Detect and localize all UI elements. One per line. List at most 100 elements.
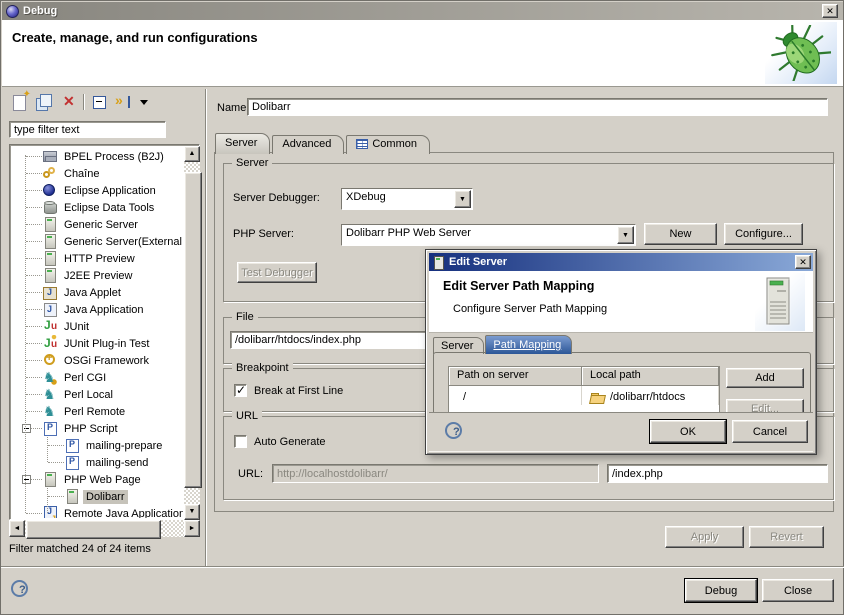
table-icon (356, 139, 368, 149)
server-debugger-select[interactable]: XDebug ▼ (341, 188, 473, 210)
tree-item-bpel-process-b2j[interactable]: BPEL Process (B2J) (11, 148, 183, 165)
chevron-down-icon: ▼ (459, 196, 466, 203)
tree-item-label: Perl Remote (61, 405, 128, 419)
php-icon (64, 437, 80, 453)
server-debugger-label: Server Debugger: (233, 192, 320, 204)
dialog-tabs: ServerPath Mapping (433, 335, 573, 354)
php-server-select[interactable]: Dolibarr PHP Web Server ▼ (341, 224, 636, 246)
tree-item-java-applet[interactable]: Java Applet (11, 284, 183, 301)
delete-button[interactable] (59, 92, 81, 112)
tree-horizontal-scrollbar[interactable]: ◄ ► (9, 520, 200, 537)
tree-item-label: Generic Server (61, 218, 141, 232)
ok-button[interactable]: OK (650, 420, 726, 443)
chevron-down-icon (135, 92, 149, 112)
scroll-up-button[interactable]: ▲ (184, 146, 200, 162)
tree-item-perl-local[interactable]: Perl Local (11, 386, 183, 403)
help-button[interactable]: ? (11, 580, 28, 597)
path-on-server-cell: / (449, 386, 582, 405)
tree-item-junit-plug-in-test[interactable]: JUnit Plug-in Test (11, 335, 183, 352)
tree-item-eclipse-data-tools[interactable]: Eclipse Data Tools (11, 199, 183, 216)
panel-separator[interactable] (205, 89, 206, 566)
tree-item-label: Generic Server(External La (61, 235, 183, 249)
auto-generate-label: Auto Generate (254, 436, 326, 448)
tree-item-perl-cgi[interactable]: Perl CGI (11, 369, 183, 386)
revert-button[interactable]: Revert (749, 526, 824, 548)
dialog-close-button[interactable]: ✕ (795, 255, 811, 269)
tree-item-cha-ne[interactable]: Chaîne (11, 165, 183, 182)
column-header-path-on-server[interactable]: Path on server (449, 367, 582, 386)
new-config-icon (9, 92, 31, 112)
url-path-input[interactable] (607, 464, 828, 483)
tree-item-php-web-page[interactable]: PHP Web Page (11, 471, 183, 488)
tree-item-osgi-framework[interactable]: OSGi Framework (11, 352, 183, 369)
tree-item-eclipse-application[interactable]: Eclipse Application (11, 182, 183, 199)
tab-advanced[interactable]: Advanced (272, 135, 344, 154)
breakpoint-group-legend: Breakpoint (232, 362, 293, 374)
apply-button[interactable]: Apply (665, 526, 744, 548)
tree-item-mailing-prepare[interactable]: mailing-prepare (11, 437, 183, 454)
tree-item-generic-server-external-la[interactable]: Generic Server(External La (11, 233, 183, 250)
collapse-node-icon[interactable] (22, 424, 31, 433)
debug-button[interactable]: Debug (685, 579, 757, 602)
tree-item-dolibarr[interactable]: Dolibarr (11, 488, 183, 505)
tree-item-java-application[interactable]: Java Application (11, 301, 183, 318)
tree-item-php-script[interactable]: PHP Script (11, 420, 183, 437)
tab-server[interactable]: Server (215, 133, 270, 154)
dialog-tab-server[interactable]: Server (433, 337, 484, 354)
filter-input[interactable] (9, 121, 166, 138)
tree-item-http-preview[interactable]: HTTP Preview (11, 250, 183, 267)
scroll-left-button[interactable]: ◄ (9, 520, 25, 537)
tree-item-j2ee-preview[interactable]: J2EE Preview (11, 267, 183, 284)
osgi-icon (42, 352, 58, 368)
scroll-thumb[interactable] (184, 172, 202, 488)
add-mapping-button[interactable]: Add (726, 368, 804, 388)
collapse-all-button[interactable] (89, 92, 111, 112)
chevron-down-icon[interactable]: ▼ (617, 226, 634, 244)
collapse-node-icon[interactable] (22, 475, 31, 484)
window-titlebar[interactable]: Debug ✕ (2, 2, 843, 20)
tree-item-label: Java Applet (61, 286, 124, 300)
dialog-help-button[interactable]: ? (445, 422, 462, 439)
test-debugger-button[interactable]: Test Debugger (237, 262, 317, 283)
window-close-button[interactable]: ✕ (822, 4, 838, 18)
cancel-button[interactable]: Cancel (732, 420, 808, 443)
dialog-titlebar[interactable]: Edit Server ✕ (429, 253, 813, 271)
tree-rail (47, 488, 48, 513)
break-first-line-checkbox[interactable] (234, 384, 247, 397)
tree-item-perl-remote[interactable]: Perl Remote (11, 403, 183, 420)
column-header-local-path[interactable]: Local path (582, 367, 719, 386)
dropdown-button[interactable]: ▼ (454, 190, 471, 208)
dialog-banner: Edit Server Path Mapping Configure Serve… (429, 271, 813, 333)
duplicate-button[interactable] (33, 92, 55, 112)
new-server-button[interactable]: New (644, 223, 717, 245)
server-icon (64, 488, 80, 504)
close-button[interactable]: Close (762, 579, 834, 602)
delete-icon (59, 92, 81, 112)
tree-item-junit[interactable]: JUnit (11, 318, 183, 335)
filter-status-text: Filter matched 24 of 24 items (9, 543, 151, 555)
tree-vertical-scrollbar[interactable]: ▲ ▼ (184, 146, 200, 520)
tab-common[interactable]: Common (346, 135, 430, 154)
dialog-tab-path-mapping[interactable]: Path Mapping (485, 335, 572, 354)
new-config-button[interactable] (9, 92, 31, 112)
name-input[interactable] (247, 98, 828, 116)
camel-cgi-icon (42, 369, 58, 385)
toolbar-menu-button[interactable] (135, 92, 149, 112)
auto-generate-checkbox[interactable] (234, 435, 247, 448)
configure-button[interactable]: Configure... (724, 223, 803, 245)
url-base-input[interactable] (272, 464, 599, 483)
tree-item-label: Perl Local (61, 388, 116, 402)
debug-window: Debug ✕ Create, manage, and run configur… (0, 0, 844, 615)
filter-button[interactable] (113, 92, 135, 112)
scroll-thumb[interactable] (26, 520, 161, 539)
tree-item-generic-server[interactable]: Generic Server (11, 216, 183, 233)
header-banner: Create, manage, and run configurations (2, 20, 843, 87)
scroll-down-button[interactable]: ▼ (184, 504, 200, 520)
tree-item-mailing-send[interactable]: mailing-send (11, 454, 183, 471)
scroll-right-button[interactable]: ► (184, 520, 200, 537)
tree-item-label: PHP Web Page (61, 473, 144, 487)
server-icon (42, 216, 58, 232)
tree-item-remote-java-application[interactable]: Remote Java Application (11, 505, 183, 518)
mapping-row[interactable]: //dolibarr/htdocs (449, 386, 719, 405)
close-icon: ✕ (799, 257, 807, 267)
